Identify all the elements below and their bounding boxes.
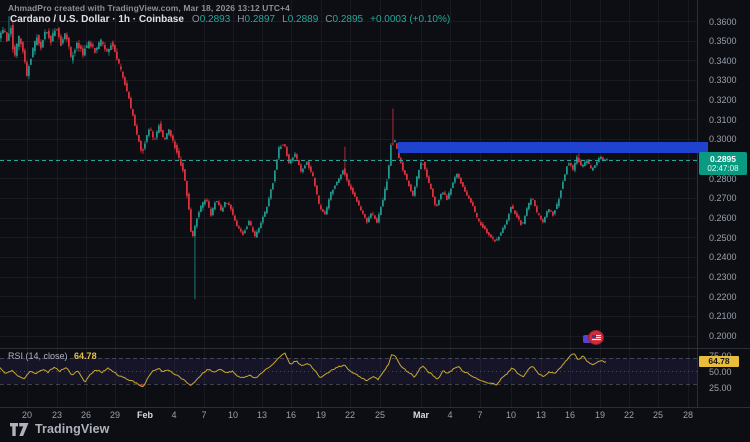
time-scale[interactable]: 20232629Feb47101316192225Mar471013161922… [0, 408, 750, 423]
price-axis-label: 0.3500 [709, 36, 737, 46]
time-axis-label: 28 [673, 410, 703, 420]
price-axis-label: 0.3300 [709, 75, 737, 85]
time-axis-label: 4 [159, 410, 189, 420]
rsi-indicator-legend[interactable]: RSI (14, close) 64.78 [8, 351, 97, 361]
time-axis-label: 29 [100, 410, 130, 420]
close-value: 0.2895 [333, 14, 364, 25]
rsi-legend-value: 64.78 [74, 351, 97, 361]
time-axis-label: 26 [71, 410, 101, 420]
time-axis-label: 25 [365, 410, 395, 420]
tradingview-brand[interactable]: TradingView [10, 422, 110, 436]
price-axis-label: 0.2100 [709, 311, 737, 321]
high-value: 0.2897 [245, 14, 276, 25]
time-axis-label: 16 [555, 410, 585, 420]
bar-countdown: 02:47:08 [707, 164, 738, 174]
price-axis-label: 0.2000 [709, 331, 737, 341]
price-axis-label: 0.3600 [709, 17, 737, 27]
time-axis-label: Feb [130, 410, 160, 420]
tradingview-logo-icon [10, 423, 29, 436]
price-axis-label: 0.2700 [709, 193, 737, 203]
us-flag-icon [592, 335, 601, 341]
price-axis-label: 0.2200 [709, 292, 737, 302]
time-axis-label: 7 [189, 410, 219, 420]
time-axis-label: 20 [12, 410, 42, 420]
price-axis-label: 0.2600 [709, 213, 737, 223]
attribution-text: AhmadPro created with TradingView.com, M… [8, 3, 290, 13]
us-flag-event-icon[interactable] [588, 330, 604, 345]
resistance-zone-drawing[interactable] [398, 142, 708, 153]
price-axis-label: 0.3000 [709, 134, 737, 144]
price-scale[interactable]: 0.3600 0.3500 0.3400 0.3300 0.3200 0.3100 0.30… [697, 0, 750, 408]
rsi-value-badge: 64.78 [699, 356, 739, 367]
price-axis-label: 0.2400 [709, 252, 737, 262]
time-axis-label: 7 [465, 410, 495, 420]
low-value: 0.2889 [288, 14, 319, 25]
symbol-title[interactable]: Cardano / U.S. Dollar · 1h · Coinbase [10, 14, 184, 25]
rsi-axis-label: 50.00 [709, 367, 732, 377]
time-axis-label: 19 [585, 410, 615, 420]
time-axis-label: 13 [526, 410, 556, 420]
price-axis-label: 0.3200 [709, 95, 737, 105]
price-axis-label: 0.3100 [709, 115, 737, 125]
time-axis-label: 25 [643, 410, 673, 420]
chart-legend: Cardano / U.S. Dollar · 1h · Coinbase O0… [10, 14, 450, 25]
price-axis-label: 0.2300 [709, 272, 737, 282]
price-axis-label: 0.2800 [709, 174, 737, 184]
brand-name: TradingView [35, 422, 110, 436]
time-axis-label: 19 [306, 410, 336, 420]
time-axis-label: 16 [276, 410, 306, 420]
price-chart-canvas[interactable] [0, 0, 750, 442]
time-axis-label: 4 [435, 410, 465, 420]
time-axis-label: 10 [218, 410, 248, 420]
economic-event-markers[interactable] [582, 330, 608, 348]
time-axis-label: Mar [406, 410, 436, 420]
rsi-legend-label: RSI (14, close) [8, 351, 68, 361]
tradingview-chart-window: AhmadPro created with TradingView.com, M… [0, 0, 750, 442]
time-axis-label: 10 [496, 410, 526, 420]
price-axis-label: 0.3400 [709, 56, 737, 66]
time-axis-label: 23 [42, 410, 72, 420]
close-key: C [325, 14, 332, 25]
change-value: +0.0003 (+0.10%) [370, 14, 450, 25]
open-key: O [192, 14, 200, 25]
time-axis-label: 13 [247, 410, 277, 420]
rsi-axis-label: 25.00 [709, 383, 732, 393]
time-axis-label: 22 [335, 410, 365, 420]
price-axis-label: 0.2500 [709, 233, 737, 243]
open-value: 0.2893 [200, 14, 231, 25]
time-axis-label: 22 [614, 410, 644, 420]
last-price-value: 0.2895 [710, 154, 736, 164]
ohlc-values: O0.2893 H0.2897 L0.2889 C0.2895 +0.0003 … [192, 14, 450, 25]
high-key: H [237, 14, 244, 25]
last-price-badge: 0.2895 02:47:08 [699, 152, 747, 175]
